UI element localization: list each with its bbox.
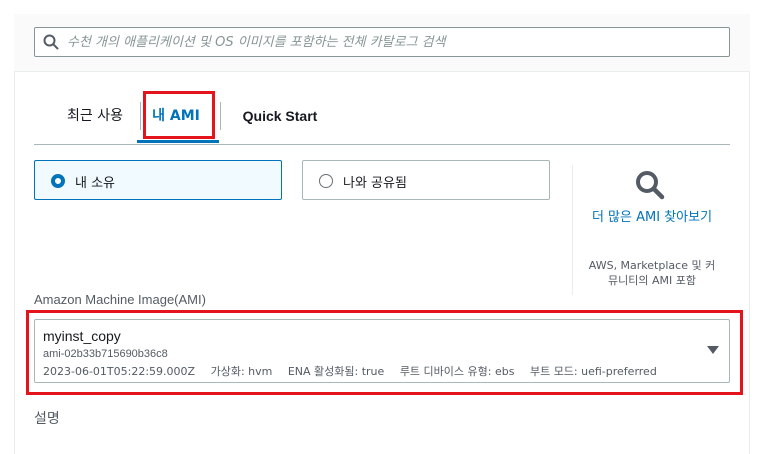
browse-more-description: AWS, Marketplace 및 커뮤니티의 AMI 포함 [588, 259, 716, 287]
radio-label: 내 소유 [75, 176, 116, 191]
description-label: 설명 [34, 411, 60, 427]
highlight-box-ami-select [26, 310, 743, 395]
catalog-search-box[interactable] [34, 27, 730, 57]
search-icon[interactable] [634, 169, 666, 201]
radio-owned-by-me[interactable]: 내 소유 [34, 160, 282, 200]
radio-unselected-icon [319, 174, 333, 188]
radio-shared-with-me[interactable]: 나와 공유됨 [302, 160, 550, 200]
radio-selected-icon [51, 174, 65, 188]
tab-divider [220, 102, 221, 130]
active-tab-indicator [137, 140, 219, 143]
divider [572, 165, 573, 295]
ami-source-tabs: 최근 사용 내 AMI Quick Start [34, 96, 730, 144]
radio-label: 나와 공유됨 [343, 176, 407, 191]
ami-field-label: Amazon Machine Image(AMI) [34, 292, 206, 307]
tabs-underline [34, 144, 730, 145]
browse-more-amis: 더 많은 AMI 찾아보기 AWS, Marketplace 및 커뮤니티의 A… [572, 165, 730, 295]
tab-quick-start[interactable]: Quick Start [230, 96, 330, 144]
tab-divider [140, 102, 141, 130]
tab-recent[interactable]: 최근 사용 [54, 96, 136, 144]
browse-more-link[interactable]: 더 많은 AMI 찾아보기 [584, 207, 720, 229]
highlight-box-my-ami [143, 91, 215, 139]
search-icon [43, 34, 59, 50]
catalog-search-input[interactable] [67, 31, 717, 53]
